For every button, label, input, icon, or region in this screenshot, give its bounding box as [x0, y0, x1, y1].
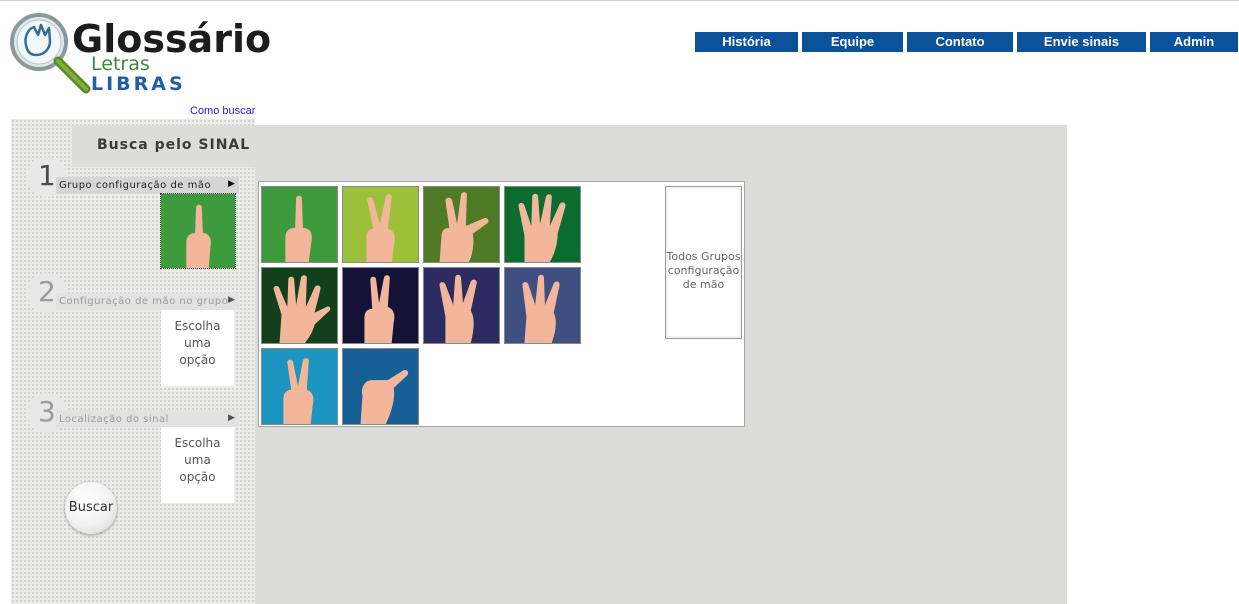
selected-hand-group-thumb[interactable] — [160, 193, 236, 269]
nav-contato[interactable]: Contato — [907, 32, 1013, 52]
step-2-choice[interactable]: Escolha uma opção — [161, 310, 234, 386]
step-2-label: Configuração de mão no grupo — [59, 296, 229, 307]
step-3-choice[interactable]: Escolha uma opção — [161, 427, 234, 503]
hand-group-tile-9[interactable] — [261, 348, 338, 425]
logo-sub-prefix: Letras — [91, 53, 150, 75]
hand-four-icon — [505, 187, 580, 262]
hand-group-tile-1[interactable] — [261, 186, 338, 263]
step-1-arrow-icon[interactable]: ▶ — [228, 179, 235, 189]
step-3-number: 3 — [38, 395, 56, 428]
logo-sub-brand: LIBRAS — [91, 73, 186, 95]
hand-three-dark-icon — [424, 268, 499, 343]
search-panel-title: Busca pelo SINAL — [97, 137, 251, 153]
hand-group-tile-2[interactable] — [342, 186, 419, 263]
hand-group-tile-6[interactable] — [342, 267, 419, 344]
hand-group-tile-8[interactable] — [504, 267, 581, 344]
hand-group-tile-7[interactable] — [423, 267, 500, 344]
hand-open-icon — [262, 268, 337, 343]
hand-group-grid: Todos Grupos configuração de mão — [258, 181, 745, 427]
hand-group-tile-3[interactable] — [423, 186, 500, 263]
logo-subtitle: Letras LIBRAS — [91, 54, 248, 94]
nav-historia[interactable]: História — [695, 32, 798, 52]
hand-index-icon — [161, 194, 235, 268]
hand-group-tile-10[interactable] — [342, 348, 419, 425]
hand-three-icon — [424, 187, 499, 262]
how-to-search-link[interactable]: Como buscar — [190, 105, 255, 117]
step-1-label: Grupo configuração de mão — [59, 180, 212, 191]
hand-three-blue-icon — [505, 268, 580, 343]
step-2-arrow-icon[interactable]: ▶ — [228, 295, 235, 305]
hand-v-icon — [343, 187, 418, 262]
hand-two-icon — [343, 268, 418, 343]
hand-group-tile-4[interactable] — [504, 186, 581, 263]
nav-admin[interactable]: Admin — [1150, 32, 1238, 52]
hand-group-tile-5[interactable] — [261, 267, 338, 344]
step-3-label: Localização do sinal — [59, 414, 169, 425]
hand-index-icon — [262, 187, 337, 262]
search-button[interactable]: Buscar — [65, 482, 117, 534]
nav-envie-sinais[interactable]: Envie sinais — [1017, 32, 1146, 52]
nav-equipe[interactable]: Equipe — [802, 32, 903, 52]
step-3-arrow-icon[interactable]: ▶ — [228, 413, 235, 423]
hand-two-cyan-icon — [262, 349, 337, 424]
step-2-number: 2 — [38, 275, 56, 308]
hand-thumb-icon — [343, 349, 418, 424]
step-1-number: 1 — [38, 159, 56, 192]
top-nav: História Equipe Contato Envie sinais Adm… — [695, 32, 1238, 52]
all-hand-groups-button[interactable]: Todos Grupos configuração de mão — [665, 186, 742, 339]
site-logo[interactable]: Glossário Letras LIBRAS — [8, 11, 271, 95]
